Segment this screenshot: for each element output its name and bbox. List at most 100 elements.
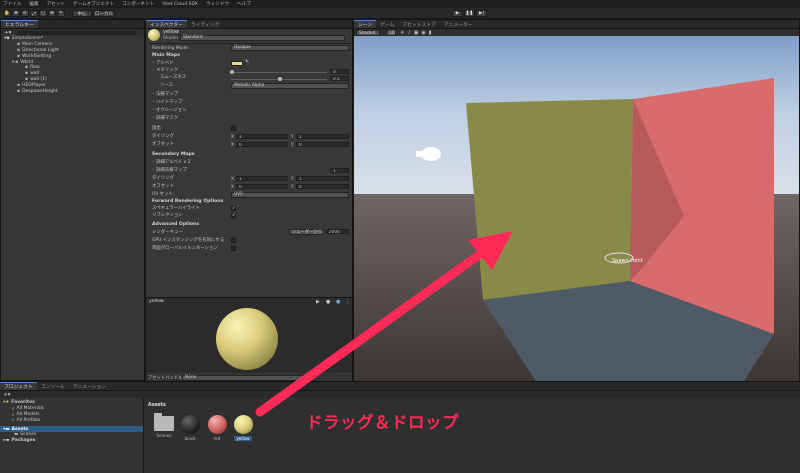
gpu-instancing-checkbox[interactable] [231,238,236,243]
asset-item[interactable]: Scenes [153,413,175,445]
move-tool-icon[interactable]: ✥ [12,10,20,17]
pivot-local-button[interactable]: ローカル [93,10,115,17]
tiling2-y-field[interactable]: 1 [296,176,349,181]
rendering-mode-dropdown[interactable]: Opaque [231,45,349,51]
pivot-center-button[interactable]: 中心 [72,10,92,17]
2d-toggle[interactable]: 2D [386,30,396,36]
smoothness-field[interactable]: 0.5 [330,76,349,81]
tab-game[interactable]: ゲーム [376,20,398,28]
hierarchy-search-input[interactable] [17,30,138,35]
step-icon[interactable]: ▶| [476,10,487,17]
scene-viewport[interactable]: Spawn Point [354,36,799,381]
hand-tool-icon[interactable]: ✋ [3,10,11,17]
asset-item-selected[interactable]: yellow [232,415,254,445]
eyedropper-icon[interactable]: ✎ [245,59,249,65]
asset-item[interactable]: red [206,415,228,445]
tab-animation[interactable]: アニメーション [69,382,110,390]
texture-slot-icon[interactable]: ◦ [152,116,155,121]
tiling-x-field[interactable]: 1 [236,134,288,139]
menu-icon[interactable]: ⋮ [345,299,350,305]
metallic-slider-handle[interactable] [230,70,234,74]
asset-item[interactable]: black [179,415,201,445]
tab-hierarchy[interactable]: ヒエラルキー [1,20,38,28]
tab-animation-label: アニメーション [72,384,107,390]
add-icon[interactable]: +▾ [4,30,11,36]
reflections-checkbox[interactable]: ✓ [231,213,236,218]
detail-normal-scale-field[interactable]: 1 [330,168,349,173]
hierarchy-item-label: wall [30,71,40,77]
shader-dropdown[interactable]: Standard [180,35,345,41]
emission-checkbox[interactable] [231,126,236,131]
offset2-x-field[interactable]: 0 [236,184,288,189]
gpu-instancing-label: GPU インスタンシングを有効にする [152,238,225,243]
render-queue-dropdown[interactable]: シェーダーから [289,229,324,235]
menu-edit[interactable]: 編集 [29,1,38,7]
texture-slot-icon[interactable]: ◦ [152,168,155,173]
favorite-item-label: All Prefabs [16,417,41,423]
scale-tool-icon[interactable]: ⤢ [30,10,38,17]
tab-inspector[interactable]: インスペクター [146,20,187,28]
asset-item-label: yellow [234,436,252,441]
custom-tool-icon[interactable]: ✎ [57,10,65,17]
render-queue-label: レンダーキュー [152,230,183,235]
albedo-color-swatch[interactable] [231,61,243,66]
tab-console[interactable]: コンソール [37,382,69,390]
uv-set-dropdown[interactable]: UV0 [231,192,349,198]
offset2-y-value: 0 [299,184,302,189]
menu-assets[interactable]: アセット [47,1,65,7]
hierarchy-item-label: wall (1) [30,76,47,82]
double-sided-gi-checkbox[interactable] [231,246,236,251]
tab-asset-store[interactable]: アセットストア [398,20,439,28]
texture-slot-icon[interactable]: ◦ [152,108,155,113]
menu-gameobject[interactable]: ゲームオブジェクト [73,1,114,7]
tab-project[interactable]: プロジェクト [0,382,37,390]
offset-y-field[interactable]: 0 [296,142,349,147]
rect-tool-icon[interactable]: ▢ [39,10,47,17]
specular-highlights-checkbox[interactable]: ✓ [231,206,236,211]
tab-project-label: プロジェクト [4,385,33,390]
packages-folder-row[interactable]: ▸▬ Packages [0,438,143,444]
menu-file[interactable]: ファイル [3,1,21,7]
advanced-options-header: Advanced Options [152,222,200,227]
pause-icon[interactable]: ❚❚ [464,10,475,17]
add-icon[interactable]: +▾ [3,392,10,398]
expand-icon[interactable]: ▾ [12,60,14,65]
metallic-slider[interactable] [231,72,327,73]
menu-help[interactable]: ヘルプ [237,1,251,7]
menu-vketcloud[interactable]: Vket Cloud SDK [162,2,198,7]
texture-slot-icon[interactable]: ◦ [152,160,155,165]
texture-slot-icon[interactable]: ◦ [152,68,155,73]
tab-lighting[interactable]: ライティング [187,20,223,28]
offset2-y-field[interactable]: 0 [296,184,349,189]
texture-slot-icon[interactable]: ◦ [152,100,155,105]
rotate-tool-icon[interactable]: ⟳ [21,10,29,17]
menu-component[interactable]: コンポーネント [122,1,154,7]
tab-animator[interactable]: アニメーター [440,20,477,28]
hierarchy-item[interactable]: ▪ DespawnHeight [1,88,144,94]
transform-tool-icon[interactable]: ⊕ [48,10,56,17]
packages-folder-label: Packages [11,438,36,444]
tiling-y-field[interactable]: 1 [296,134,349,139]
sphere-icon[interactable]: ● [336,299,340,305]
play-icon[interactable]: ▶ [452,10,463,17]
x-axis-label: X [231,184,234,189]
scenes-folder-label: Scenes [20,432,37,438]
source-dropdown[interactable]: Metallic Alpha [231,83,349,89]
favorite-item[interactable]: ⌕ All Prefabs [0,417,143,424]
main-maps-header: Main Maps [152,53,180,58]
tiling2-x-field[interactable]: 1 [236,176,288,181]
texture-slot-icon[interactable]: ◦ [152,92,155,97]
shader-value: Standard [183,35,203,41]
texture-slot-icon[interactable]: ◦ [152,61,155,66]
shading-dropdown[interactable]: Shaded [356,30,380,36]
offset-x-field[interactable]: 0 [236,142,288,147]
tab-scene[interactable]: シーン [354,20,377,28]
smoothness-slider-handle[interactable] [278,77,282,81]
light-icon[interactable]: ● [326,299,330,305]
asset-bundle-dropdown[interactable]: None [182,375,310,381]
play-preview-icon[interactable]: ▶ [316,299,320,305]
metallic-field[interactable]: 0 [330,69,349,74]
render-queue-field[interactable]: 2000 [326,229,349,234]
tab-animator-label: アニメーター [443,22,473,28]
menu-window[interactable]: ウィンドウ [206,1,229,7]
